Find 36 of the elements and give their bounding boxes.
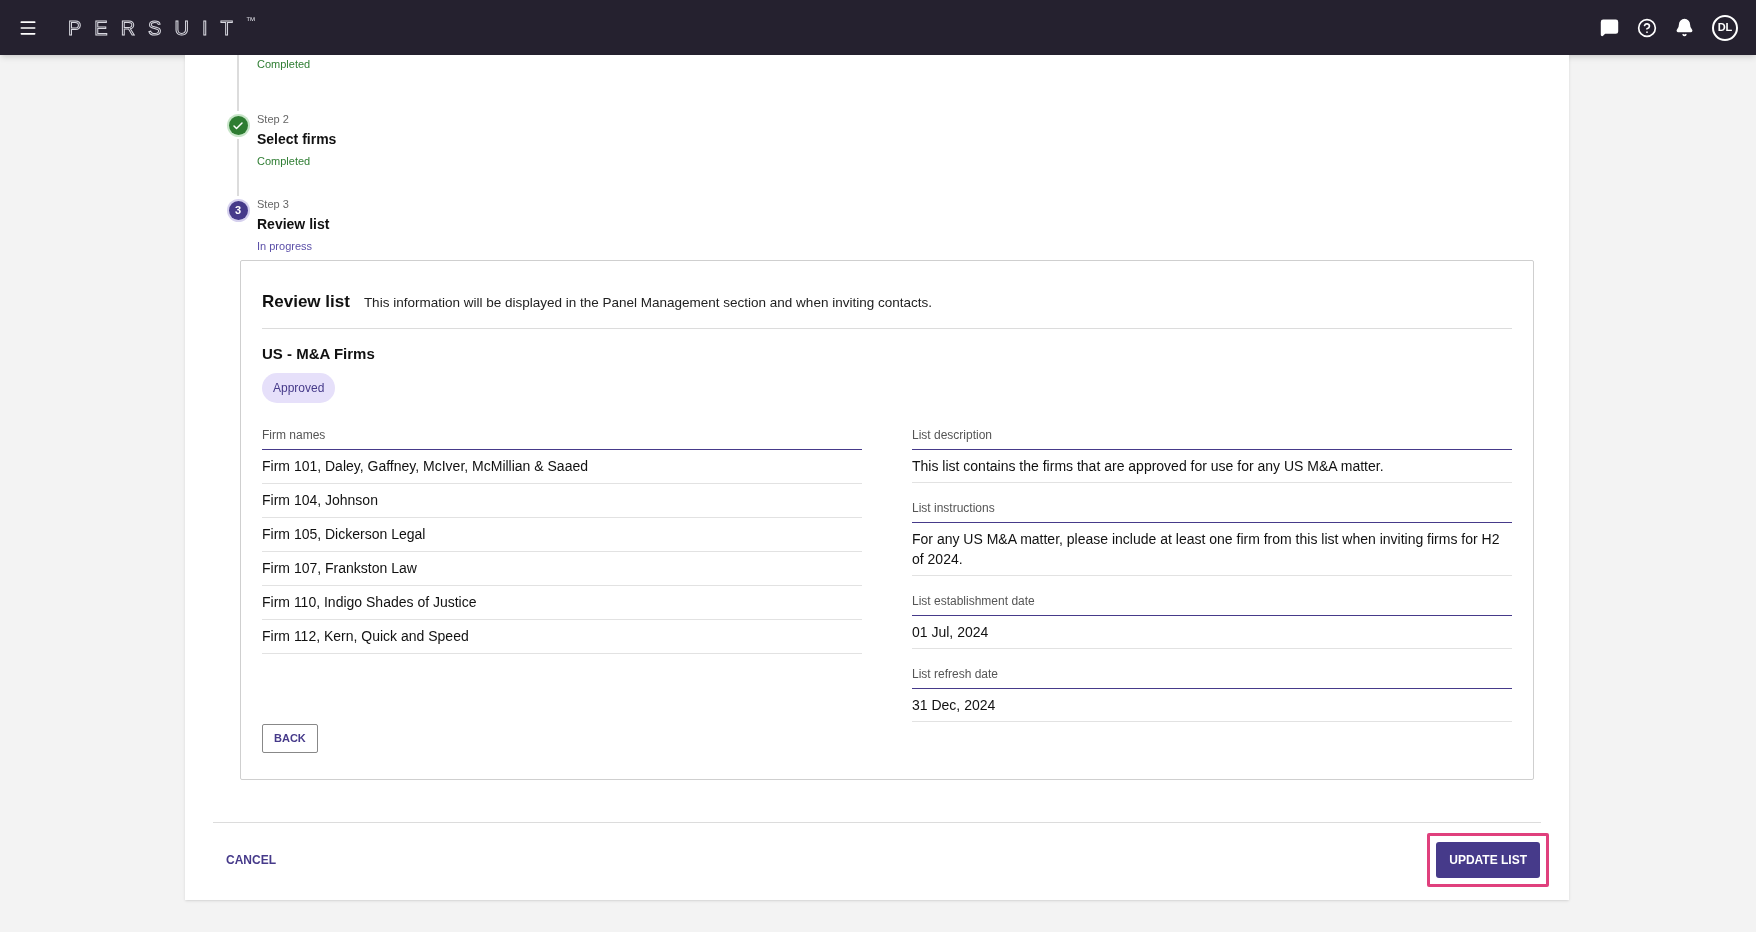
user-avatar[interactable]: DL: [1712, 14, 1738, 41]
field-label: Firm names: [262, 426, 862, 450]
field-value: For any US M&A matter, please include at least one firm from this list when inviting firms for H2 of 2024.: [912, 523, 1512, 576]
cancel-button[interactable]: CANCEL: [219, 844, 283, 875]
chat-icon[interactable]: [1600, 18, 1619, 37]
field-value: 01 Jul, 2024: [912, 616, 1512, 649]
firm-name: Firm 110, Indigo Shades of Justice: [262, 586, 862, 620]
field-value: This list contains the firms that are approved for use for any US M&A matter.: [912, 450, 1512, 483]
step-label: Step 2: [257, 112, 290, 126]
step-status: Completed: [257, 154, 312, 169]
panel-subtitle: This information will be displayed in the Panel Management section and when inviting contacts.: [363, 294, 932, 312]
logo[interactable]: PERSUIT: [68, 12, 246, 43]
field-label: List establishment date: [912, 592, 1512, 616]
update-list-button[interactable]: UPDATE LIST: [1436, 841, 1540, 878]
firm-name: Firm 104, Johnson: [262, 484, 862, 518]
step-number: 3: [228, 200, 248, 220]
firm-name: Firm 105, Dickerson Legal: [262, 518, 862, 552]
field-label: List refresh date: [912, 665, 1512, 689]
help-icon[interactable]: [1637, 17, 1657, 38]
field-label: List instructions: [912, 499, 1512, 523]
firm-name: Firm 112, Kern, Quick and Speed: [262, 620, 862, 654]
trademark: ™: [245, 13, 256, 28]
step-label: Step 3: [257, 196, 290, 211]
step-status: Completed: [257, 57, 311, 72]
field-value: 31 Dec, 2024: [912, 689, 1512, 722]
firm-name: Firm 101, Daley, Gaffney, McIver, McMillian & Saaed: [262, 450, 862, 484]
panel-title: Review list: [262, 291, 350, 313]
field-label: List description: [912, 426, 1512, 450]
step-title: Review list: [257, 214, 330, 234]
step-status: In progress: [257, 238, 314, 254]
back-button[interactable]: BACK: [262, 724, 318, 753]
notifications-icon[interactable]: [1675, 18, 1694, 37]
list-name: US - M&A Firms: [262, 343, 376, 364]
step-title: Select firms: [257, 130, 337, 149]
firm-name: Firm 107, Frankston Law: [262, 552, 862, 586]
status-badge: Approved: [262, 373, 336, 403]
